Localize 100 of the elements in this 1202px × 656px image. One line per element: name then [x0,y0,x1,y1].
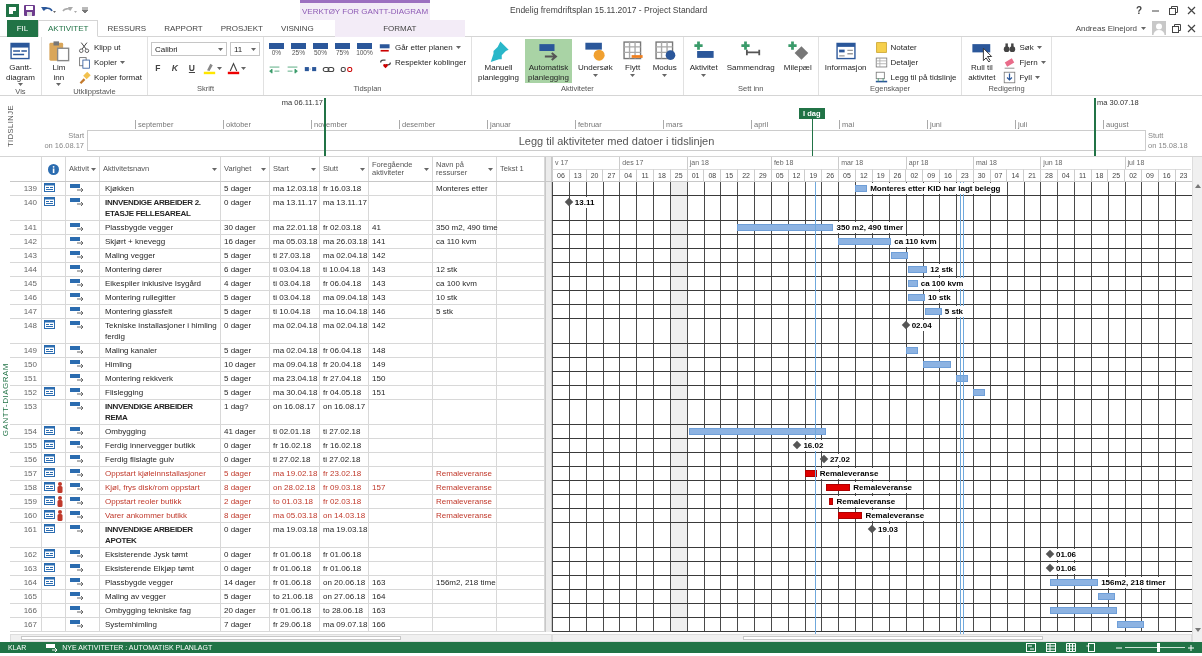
ribbon-tab[interactable]: FIL [7,20,38,37]
task-bar[interactable] [828,498,834,505]
ribbon-button[interactable]: Sammendrag [723,39,778,74]
ribbon-button[interactable]: Undersøk [574,39,616,78]
start-date-cell: ma 19.03.18 [270,523,320,548]
view-start-line[interactable] [324,98,326,156]
duration-cell: 0 dager [221,319,270,344]
view-icon[interactable] [1026,643,1036,652]
diamond-plus-icon [786,40,809,62]
ribbon-button[interactable]: Klipp ut [75,40,144,54]
start-date-cell: fr 01.06.18 [270,576,320,590]
task-bar[interactable] [838,512,863,519]
ribbon-button[interactable]: Automatisk planlegging [525,39,572,83]
font-size-field[interactable]: 11 [229,42,260,56]
bar-arrow-icon [70,401,84,410]
finish-date-cell: fr 01.06.18 [320,562,369,576]
plus-icon[interactable] [1188,644,1194,651]
bar-arrow-icon [70,468,84,477]
format-button[interactable]: U [184,61,199,75]
customize-icon[interactable] [82,7,88,13]
ribbon-button[interactable]: Detaljer [872,55,959,69]
ribbon-button[interactable]: Fyll [1001,70,1048,84]
ribbon-button[interactable]: Milepæl [780,39,815,74]
task-name: Maling av vegger [100,590,221,604]
avatar-icon[interactable] [1152,21,1166,35]
down-arrow-icon[interactable] [1194,628,1201,632]
timeline-bar[interactable]: Legg til aktiviteter med datoer i tidslinjen [87,130,1146,151]
finish-date-cell: fr 20.04.18 [320,358,369,372]
duration-cell: 7 dager [221,618,270,632]
splitter[interactable] [545,182,552,196]
splitter[interactable] [545,157,552,181]
restore-icon[interactable] [1172,23,1181,33]
start-date-cell: ma 30.04.18 [270,386,320,400]
start-date-cell: ti 03.04.18 [270,277,320,291]
restore-icon[interactable] [1169,5,1178,15]
ribbon-button[interactable]: Fjern [1001,55,1048,69]
ribbon-button[interactable]: Manuell planlegging [475,39,523,83]
up-arrow-icon[interactable] [1194,184,1201,188]
ribbon-button[interactable]: Legg til på tidslinje [872,70,959,84]
ribbon-tab[interactable]: PROSJEKT [211,20,272,37]
save-icon[interactable] [24,4,35,16]
ribbon-button[interactable]: Kopier format [75,70,144,84]
help-button[interactable]: ? [1135,4,1142,16]
row-number: 166 [10,604,42,618]
ribbon-tab[interactable]: RESSURS [98,20,156,37]
font-color-button[interactable] [225,61,247,75]
task-bar[interactable] [826,484,851,491]
ribbon-button[interactable]: Rull til aktivitet [965,39,999,83]
row-number: 155 [10,439,42,453]
task-bar[interactable] [804,470,817,477]
ribbon-button[interactable]: Søk [1001,40,1048,54]
format-button[interactable]: F [150,61,165,75]
account-button[interactable]: Andreas Einejord [1075,23,1146,33]
close-icon[interactable] [1187,5,1196,15]
task-name: Plassbygde vegger [100,576,221,590]
ribbon-button[interactable]: Notater [872,40,959,54]
ribbon-button[interactable]: Kopier [75,55,144,69]
format-button[interactable]: K [167,61,182,75]
start-date-cell: ti 27.03.18 [270,249,320,263]
row-number: 163 [10,562,42,576]
highlight-button[interactable] [201,61,223,75]
finish-date-cell: fr 09.03.18 [320,481,369,495]
ribbon-button[interactable]: Aktivitet [686,39,721,78]
finish-date-cell: ma 09.07.18 [320,618,369,632]
ribbon-button[interactable]: Flytt [618,39,647,78]
ribbon-button[interactable]: Går etter planen [376,40,469,54]
resource-cell [433,372,497,386]
ribbon-button[interactable]: Modus [649,39,680,78]
view-icon[interactable] [1046,643,1056,652]
undo-icon[interactable] [40,5,56,15]
ribbon-tab[interactable]: VISNING [271,20,323,37]
resource-cell: 5 stk [433,305,497,319]
finish-date-cell: ma 02.04.18 [320,249,369,263]
redo-icon[interactable] [61,5,77,15]
zoom-thumb[interactable] [1157,643,1160,652]
resource-cell: 12 stk [433,263,497,277]
bar-arrow-icon [70,591,84,600]
ribbon-button[interactable]: Respekter koblinger [376,55,469,69]
ribbon-button[interactable]: Lim inn [44,39,73,87]
row-number: 157 [10,467,42,481]
ribbon-button[interactable]: Informasjon [821,39,870,74]
view-end-line[interactable] [1094,98,1096,156]
table-icon [874,55,888,69]
ribbon-button[interactable]: Gantt- diagram [3,39,38,87]
view-icon[interactable] [1066,643,1076,652]
ribbon-tab[interactable]: AKTIVITET [38,20,99,37]
duration-cell: 6 dager [221,263,270,277]
ribbon-tab[interactable]: RAPPORT [155,20,212,37]
view-icon[interactable] [1086,643,1096,652]
finish-date-cell: fr 16.03.18 [320,182,369,196]
minus-icon[interactable] [1116,644,1122,651]
clipboard-icon [47,40,70,62]
predecessor-cell [369,400,433,425]
ribbon-tab[interactable]: FORMAT [334,20,465,37]
duration-cell: 0 dager [221,439,270,453]
vertical-scrollbar[interactable] [1192,157,1202,642]
start-date-cell: fr 01.06.18 [270,562,320,576]
splitter[interactable] [545,618,552,632]
close-icon[interactable] [1187,23,1196,33]
font-field[interactable]: Calibri [150,42,227,56]
